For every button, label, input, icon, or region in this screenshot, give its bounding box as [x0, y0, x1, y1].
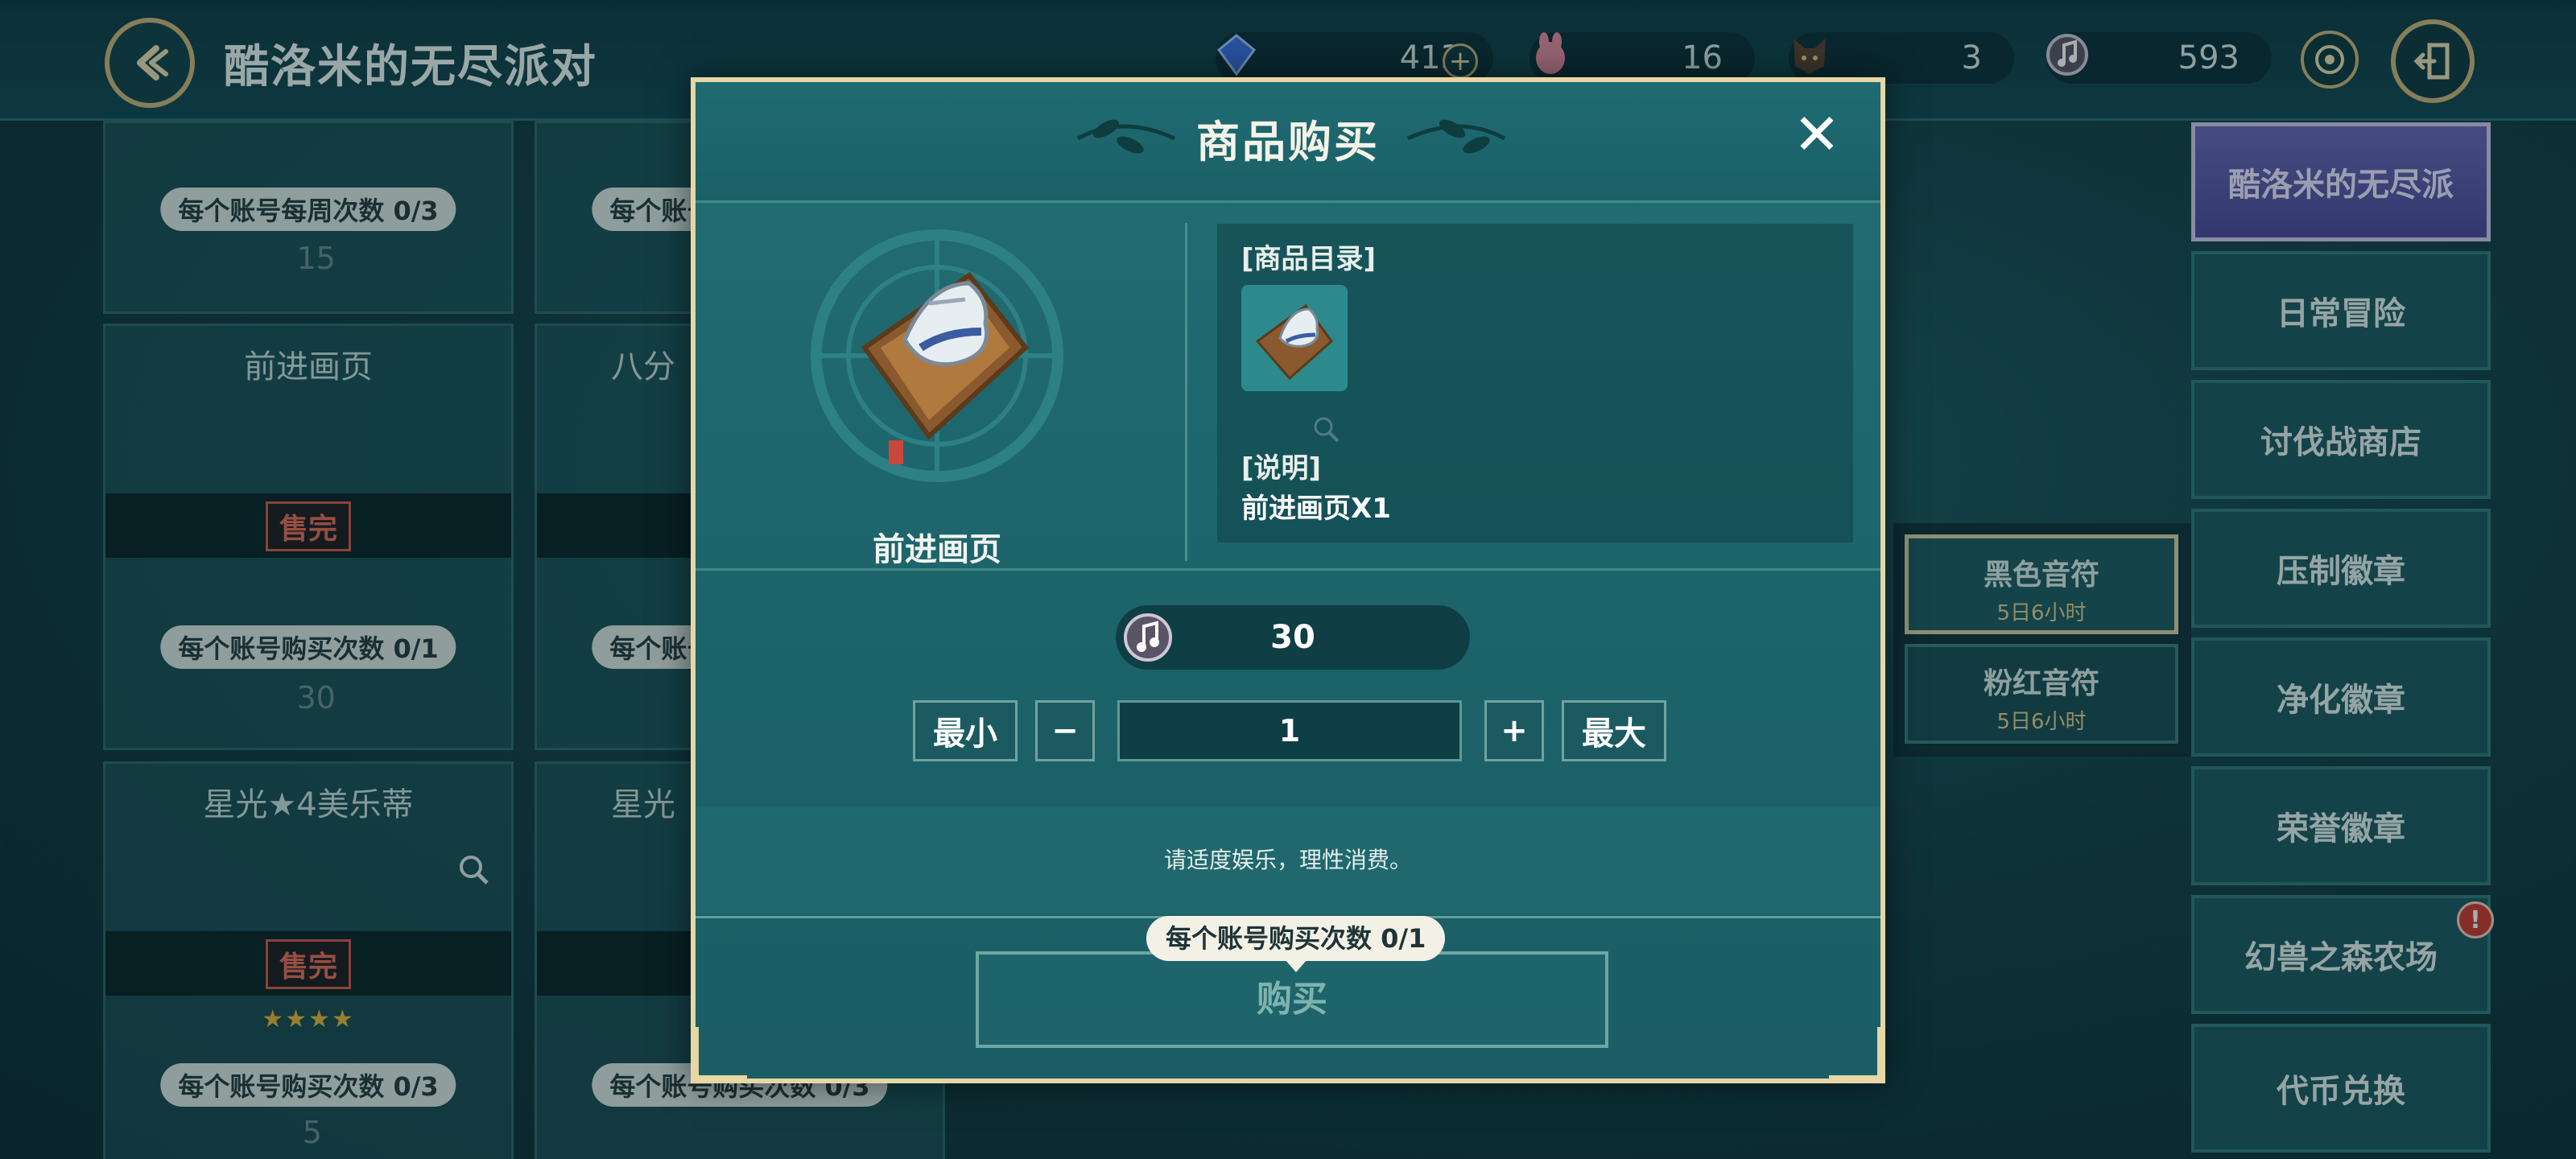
magnifier-icon: [1311, 414, 1343, 449]
item-info-panel: [商品目录] [说明] 前进画页X1: [1217, 224, 1853, 542]
price-value: 30: [1270, 619, 1315, 656]
quantity-input[interactable]: 1: [1117, 700, 1462, 761]
corner-ornament: [1829, 1027, 1885, 1083]
description-value: 前进画页X1: [1241, 493, 1391, 525]
decrease-quantity-button[interactable]: −: [1035, 700, 1095, 761]
close-button[interactable]: ✕: [1789, 106, 1845, 163]
price-display: 30: [1116, 605, 1470, 670]
book-with-shoe-icon: [811, 229, 1063, 482]
book-with-shoe-icon: [1255, 303, 1334, 381]
item-preview: [808, 227, 1066, 485]
description-label: [说明]: [1241, 452, 1322, 485]
dialog-title: 商品购买: [1196, 117, 1380, 167]
notice-text: 请适度娱乐，理性消费。: [696, 806, 1880, 914]
dialog-header: 商品购买 ✕: [696, 82, 1880, 203]
min-quantity-button[interactable]: 最小: [913, 700, 1018, 761]
divider: [1185, 223, 1187, 561]
leaf-ornament-right-icon: [1406, 119, 1506, 154]
increase-quantity-button[interactable]: +: [1484, 700, 1544, 761]
max-quantity-button[interactable]: 最大: [1562, 700, 1666, 761]
purchase-limit-tooltip: 每个账号购买次数 0/1: [1146, 916, 1446, 972]
purchase-dialog: 商品购买 ✕ 前进画页 [商品目录] [说明] 前进画页X1 30 最小 − 1…: [691, 77, 1885, 1083]
music-note-coin-icon: [1121, 610, 1175, 665]
corner-ornament: [691, 1027, 747, 1083]
divider: [696, 568, 1880, 571]
catalog-label: [商品目录]: [1241, 243, 1377, 275]
catalog-item-thumb[interactable]: [1241, 285, 1348, 391]
item-name: 前进画页: [873, 531, 1001, 568]
